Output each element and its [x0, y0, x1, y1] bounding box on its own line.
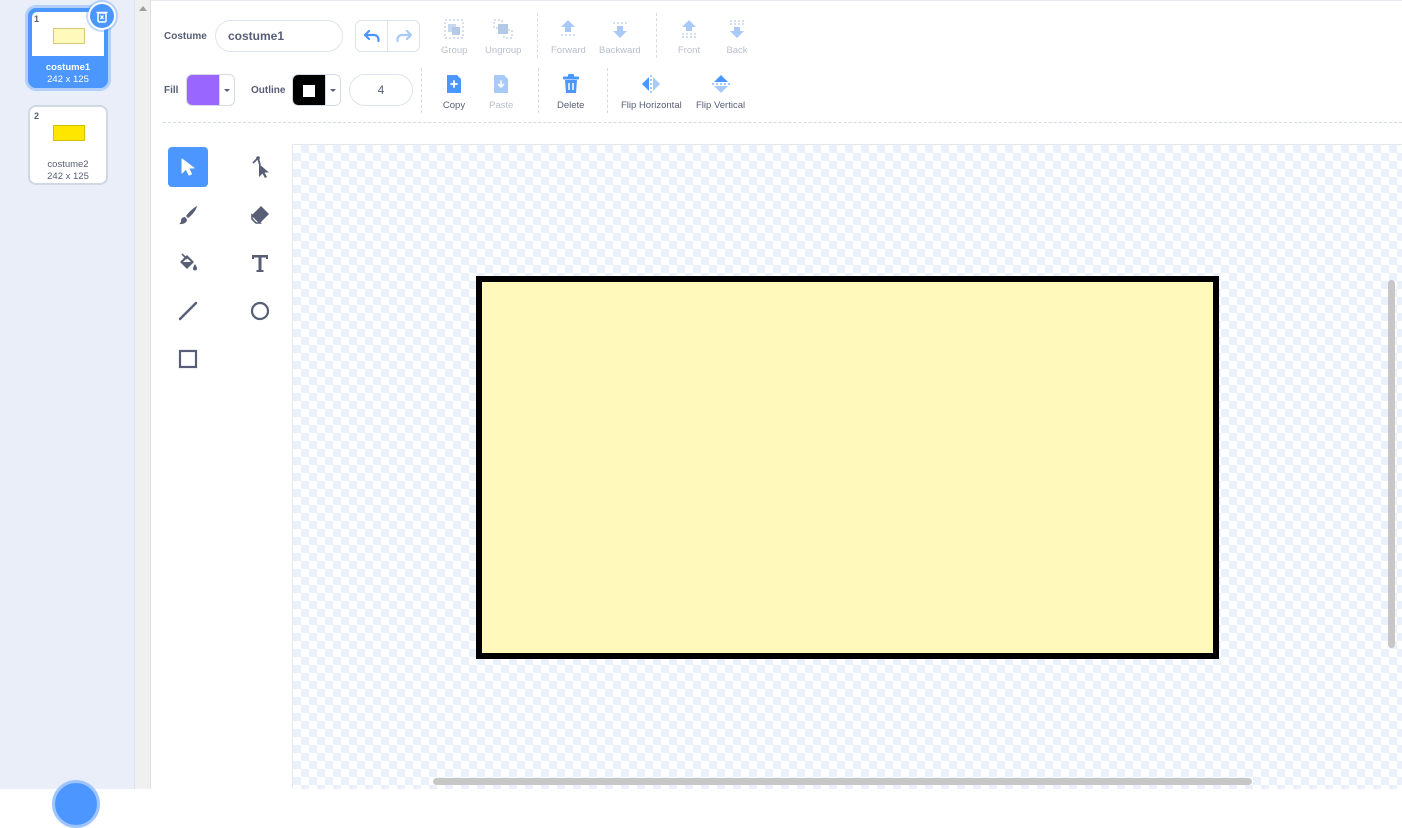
chevron-down-icon [325, 75, 340, 105]
flip-horizontal-label: Flip Horizontal [621, 100, 682, 111]
text-tool[interactable] [240, 243, 280, 283]
back-label: Back [726, 45, 748, 56]
back-button[interactable]: Back [725, 17, 749, 56]
undo-redo-group [355, 20, 420, 52]
toolbar-divider [537, 13, 538, 58]
toolbar-divider [421, 68, 422, 113]
costume-label: Costume [164, 31, 207, 42]
rectangle-tool[interactable] [168, 339, 208, 379]
trash-icon [562, 74, 579, 93]
flip-horizontal-button[interactable]: Flip Horizontal [621, 72, 682, 111]
backward-button[interactable]: Backward [599, 17, 641, 56]
paste-label: Paste [489, 100, 514, 111]
rectangle-icon [178, 349, 198, 369]
flip-vertical-label: Flip Vertical [696, 100, 746, 111]
paint-canvas[interactable] [292, 144, 1402, 789]
costume-size: 242 x 125 [47, 171, 89, 182]
undo-button[interactable] [356, 21, 387, 51]
fill-color-swatch [187, 75, 219, 105]
costume-name: costume1 [45, 62, 91, 73]
flip-horizontal-icon [642, 75, 661, 93]
delete-button[interactable]: Delete [557, 72, 584, 111]
reshape-icon [252, 156, 269, 178]
costume-list-scrollbar[interactable] [135, 0, 151, 789]
eraser-tool[interactable] [240, 195, 280, 235]
costume-thumbnail-frame [32, 109, 104, 153]
paste-icon [494, 75, 509, 93]
add-costume-button[interactable] [52, 780, 100, 828]
costume-thumbnail [53, 28, 85, 44]
forward-icon [561, 20, 576, 36]
toolbar-divider [656, 13, 657, 58]
backward-label: Backward [599, 45, 641, 56]
outline-color-swatch [293, 75, 325, 105]
reshape-tool[interactable] [240, 147, 280, 187]
front-icon [682, 20, 696, 38]
rectangle-shape[interactable] [476, 276, 1219, 659]
toolbar-bottom-divider [163, 122, 1402, 123]
delete-costume-button[interactable] [88, 2, 116, 30]
costume-tile-2[interactable]: 2 costume2 242 x 125 [28, 105, 108, 185]
scroll-up-arrow-icon[interactable] [139, 6, 147, 11]
front-button[interactable]: Front [677, 17, 701, 56]
outline-label: Outline [251, 85, 286, 96]
redo-icon [395, 30, 412, 42]
forward-label: Forward [551, 45, 586, 56]
eraser-icon [251, 206, 269, 224]
copy-button[interactable]: Copy [442, 72, 466, 111]
group-icon [444, 19, 464, 39]
fill-tool[interactable] [168, 243, 208, 283]
costume-list: 1 costume1 242 x 125 2 costume2 242 x 12… [0, 0, 135, 828]
redo-button[interactable] [387, 21, 419, 51]
chevron-down-icon [219, 75, 234, 105]
flip-vertical-button[interactable]: Flip Vertical [696, 72, 745, 111]
canvas-vertical-scrollbar[interactable] [1388, 280, 1395, 648]
trash-icon [96, 11, 108, 23]
line-tool[interactable] [168, 291, 208, 331]
outline-color-picker[interactable] [292, 74, 341, 106]
group-label: Group [441, 45, 468, 56]
paste-button[interactable]: Paste [489, 72, 513, 111]
costume-name-input[interactable] [215, 20, 343, 52]
forward-button[interactable]: Forward [551, 17, 586, 56]
copy-label: Copy [442, 100, 466, 111]
costume-thumbnail [53, 125, 85, 141]
undo-icon [363, 30, 380, 42]
costume-size: 242 x 125 [47, 74, 89, 85]
front-label: Front [677, 45, 701, 56]
fill-label: Fill [164, 85, 179, 96]
fill-bucket-icon [180, 253, 197, 271]
costume-index: 2 [34, 111, 40, 121]
canvas-horizontal-scrollbar[interactable] [433, 778, 1252, 785]
costume-index: 1 [34, 14, 40, 24]
back-icon [730, 20, 744, 38]
ungroup-label: Ungroup [485, 45, 522, 56]
costume-name: costume2 [47, 159, 89, 170]
flip-vertical-icon [711, 75, 730, 93]
circle-icon [250, 301, 270, 321]
brush-tool[interactable] [168, 195, 208, 235]
toolbar-divider [607, 68, 608, 113]
toolbar-divider [538, 68, 539, 113]
circle-tool[interactable] [240, 291, 280, 331]
delete-label: Delete [557, 100, 585, 111]
select-tool[interactable] [168, 147, 208, 187]
outline-width-input[interactable] [349, 74, 413, 106]
line-icon [178, 301, 198, 321]
select-arrow-icon [181, 158, 195, 176]
brush-icon [179, 206, 197, 225]
ungroup-button[interactable]: Ungroup [485, 17, 521, 56]
group-button[interactable]: Group [441, 17, 467, 56]
text-icon [252, 255, 268, 272]
copy-icon [447, 75, 461, 93]
ungroup-icon [493, 19, 513, 39]
fill-color-picker[interactable] [186, 74, 235, 106]
top-divider [151, 0, 1402, 1]
backward-icon [612, 22, 627, 38]
